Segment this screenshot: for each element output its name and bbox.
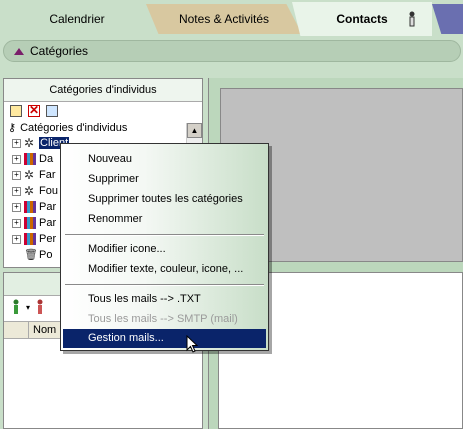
tree-item-label: Far <box>39 169 56 181</box>
image-icon[interactable] <box>46 105 58 117</box>
context-menu: Nouveau Supprimer Supprimer toutes les c… <box>60 143 269 351</box>
tab-calendrier[interactable]: Calendrier <box>0 4 154 34</box>
menu-separator <box>65 284 264 286</box>
dropdown-arrow-icon[interactable]: ▾ <box>26 303 30 312</box>
categories-bar[interactable]: Catégories <box>3 40 461 62</box>
scroll-up-icon[interactable]: ▲ <box>187 123 202 138</box>
tree-root[interactable]: ⚷ Catégories d'individus <box>8 120 202 135</box>
delete-category-icon[interactable] <box>28 103 40 117</box>
expand-icon[interactable]: + <box>12 202 21 212</box>
remove-person-icon[interactable] <box>36 299 44 315</box>
person-icon <box>409 11 415 27</box>
menu-item-modifier-icone[interactable]: Modifier icone... <box>63 240 266 259</box>
menu-item-nouveau[interactable]: Nouveau <box>63 150 266 169</box>
bars-icon <box>24 201 36 213</box>
gear-icon: ✲ <box>24 168 35 182</box>
bars-icon <box>24 153 36 165</box>
tree-item-label: Par <box>39 217 57 229</box>
menu-item-supprimer[interactable]: Supprimer <box>63 170 266 189</box>
expand-icon[interactable]: + <box>12 234 21 244</box>
menu-item-renommer[interactable]: Renommer <box>63 210 266 229</box>
menu-item-supprimer-toutes[interactable]: Supprimer toutes les catégories <box>63 190 266 209</box>
menu-item-mails-smtp: Tous les mails --> SMTP (mail) <box>88 313 238 325</box>
expand-icon[interactable]: + <box>12 138 21 148</box>
menu-separator <box>65 234 264 236</box>
menu-item-mails-txt[interactable]: Tous les mails --> .TXT <box>63 290 266 309</box>
key-icon: ⚷ <box>8 122 17 134</box>
expand-icon[interactable]: + <box>12 186 21 196</box>
mouse-cursor-icon <box>186 335 198 353</box>
categories-bar-label: Catégories <box>30 44 89 58</box>
bars-icon <box>24 217 36 229</box>
tree-item-label: Po <box>39 249 53 261</box>
tab-notes-activites[interactable]: Notes & Activités <box>146 4 302 34</box>
tree-item-label: Per <box>39 233 57 245</box>
expand-icon[interactable]: + <box>12 218 21 228</box>
collapse-arrow-icon[interactable] <box>14 47 24 55</box>
expand-icon[interactable]: + <box>12 170 21 180</box>
panel-header: Catégories d'individus <box>4 79 202 102</box>
tree-root-label: Catégories d'individus <box>20 121 128 134</box>
new-category-icon[interactable] <box>10 105 22 117</box>
tab-contacts[interactable]: Contacts <box>292 2 432 36</box>
menu-item-modifier-texte[interactable]: Modifier texte, couleur, icone, ... <box>63 260 266 279</box>
column-header-blank[interactable] <box>4 322 29 338</box>
expand-icon[interactable]: + <box>12 154 21 164</box>
tab-bar: Calendrier Notes & Activités Contacts <box>0 0 463 36</box>
categories-toolbar <box>4 102 202 120</box>
menu-item-gestion-mails[interactable]: Gestion mails... <box>63 329 266 348</box>
tab-extra[interactable] <box>432 4 463 34</box>
bars-icon <box>24 233 36 245</box>
tree-item-label: Fou <box>39 185 58 197</box>
gear-icon: ✲ <box>24 136 35 150</box>
tree-item-label: Da <box>39 153 54 165</box>
add-person-icon[interactable] <box>12 299 20 315</box>
trash-icon: 🗑 <box>24 249 38 261</box>
gear-icon: ✲ <box>24 184 35 198</box>
tree-item-label: Par <box>39 201 57 213</box>
